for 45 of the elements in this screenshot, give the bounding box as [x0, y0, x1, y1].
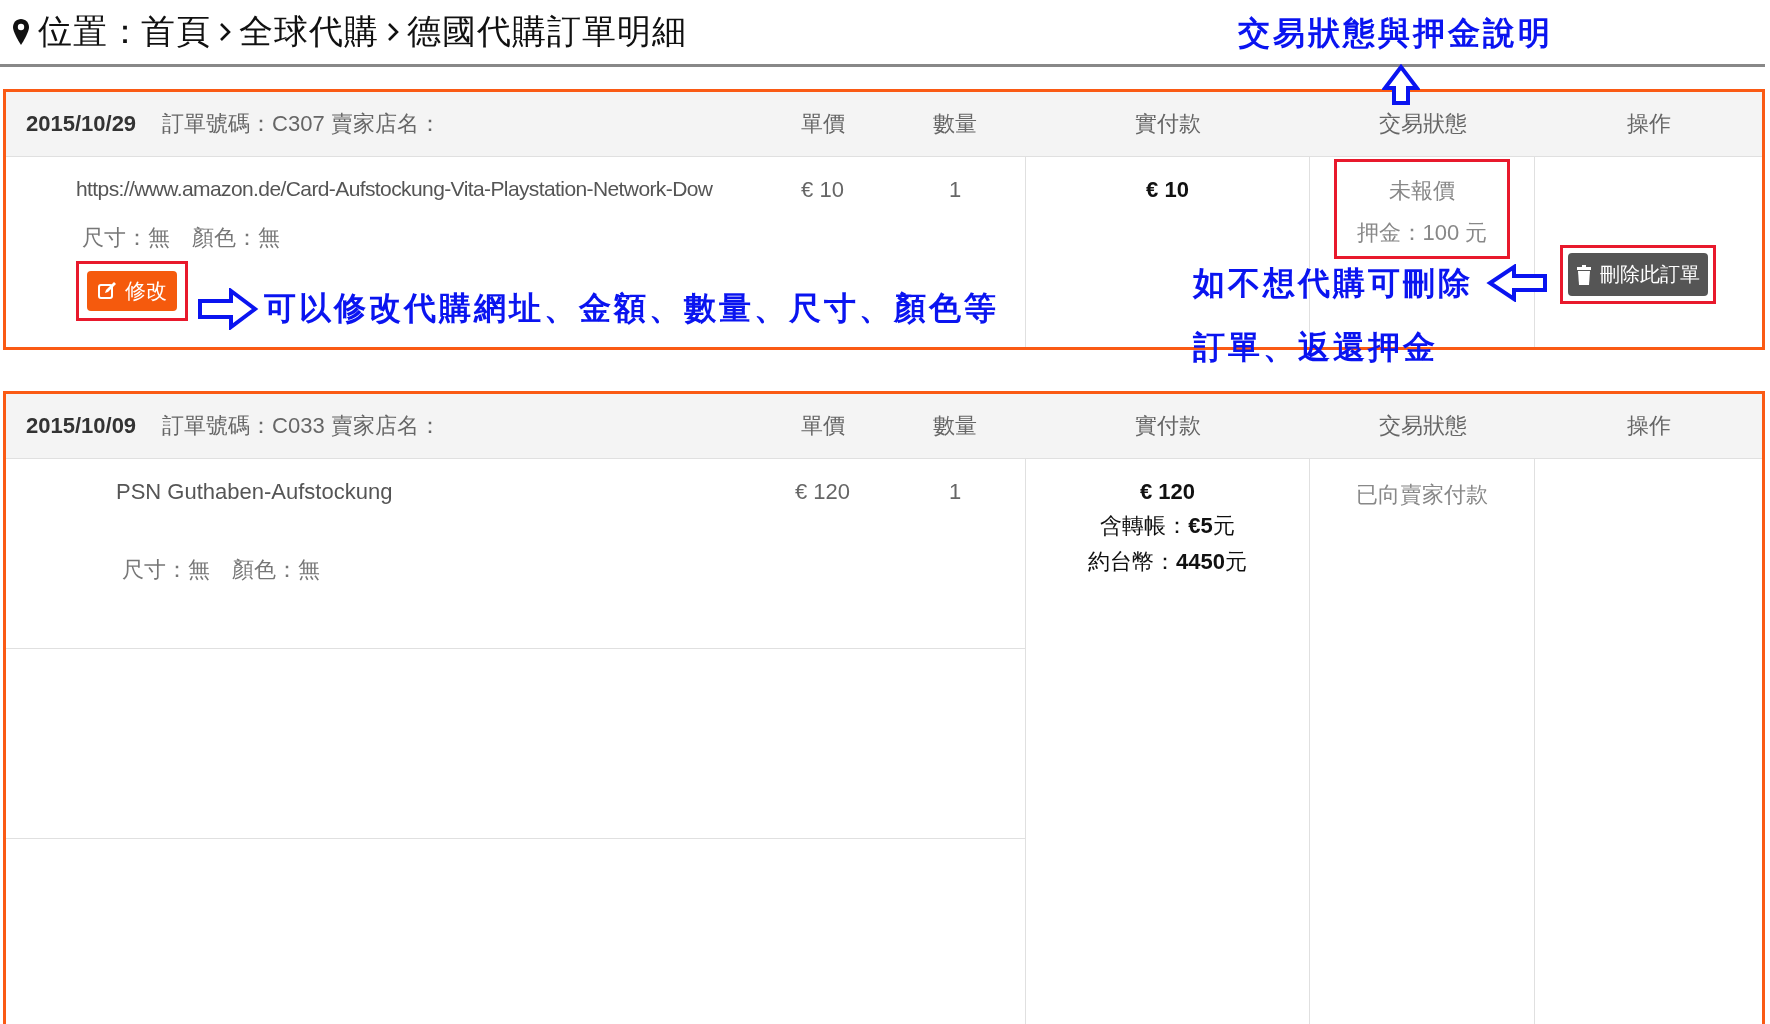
- order-info: 訂單號碼：C033 賣家店名：: [162, 412, 441, 440]
- breadcrumb-link[interactable]: 首頁: [141, 9, 211, 55]
- annotation-text: 交易狀態與押金說明: [1238, 14, 1553, 53]
- status-text: 已向賣家付款: [1356, 481, 1488, 509]
- column-header: 單價: [800, 412, 845, 440]
- delete-button[interactable]: 刪除此訂單: [1568, 253, 1708, 296]
- unit-price: € 120: [794, 479, 851, 505]
- breadcrumb-link[interactable]: 德國代購訂單明細: [407, 9, 687, 55]
- chevron-right-icon: [387, 22, 399, 42]
- arrow-icon: [1486, 264, 1548, 302]
- unit-price: € 10: [801, 177, 844, 203]
- column-header: 單價: [800, 110, 845, 138]
- size-text: 尺寸：無: [122, 556, 210, 584]
- column-header: 操作: [1626, 412, 1671, 440]
- annotation-text: 如不想代購可刪除: [1193, 264, 1473, 303]
- column-header: 交易狀態: [1378, 110, 1467, 138]
- color-text: 顏色：無: [232, 556, 320, 584]
- annotation-text: 可以修改代購網址、金額、數量、尺寸、顏色等: [264, 289, 999, 328]
- edit-icon: [97, 281, 117, 301]
- column-header: 操作: [1626, 110, 1671, 138]
- column-header: 實付款: [1134, 412, 1201, 440]
- trash-icon: [1576, 264, 1592, 285]
- column-header: 數量: [933, 110, 977, 138]
- chevron-right-icon: [219, 22, 231, 42]
- quantity: 1: [948, 479, 962, 505]
- color-text: 顏色：無: [192, 224, 280, 252]
- arrow-icon: [197, 288, 259, 330]
- paid-amount: € 120: [1139, 479, 1196, 505]
- column-header: 數量: [933, 412, 977, 440]
- product-name: PSN Guthaben-Aufstockung: [116, 479, 394, 505]
- location-pin-icon: [12, 18, 30, 46]
- status-text: 未報價: [1389, 177, 1455, 205]
- quantity: 1: [948, 177, 962, 203]
- order-date: 2015/10/09: [26, 413, 137, 439]
- status-text: 押金：100 元: [1356, 219, 1488, 247]
- size-text: 尺寸：無: [82, 224, 170, 252]
- order-info: 訂單號碼：C307 賣家店名：: [162, 110, 441, 138]
- column-header: 交易狀態: [1378, 412, 1467, 440]
- order-date: 2015/10/29: [26, 111, 137, 137]
- breadcrumb-link[interactable]: 全球代購: [239, 9, 379, 55]
- product-link[interactable]: https://www.amazon.de/Card-Aufstockung-Vita-Playstation-Network-Dow: [76, 177, 760, 201]
- paid-amount: € 10: [1146, 177, 1189, 203]
- paid-amount: 含轉帳：€5元: [1100, 512, 1235, 540]
- paid-amount: 約台幣：4450元: [1088, 548, 1247, 576]
- column-header: 實付款: [1134, 110, 1201, 138]
